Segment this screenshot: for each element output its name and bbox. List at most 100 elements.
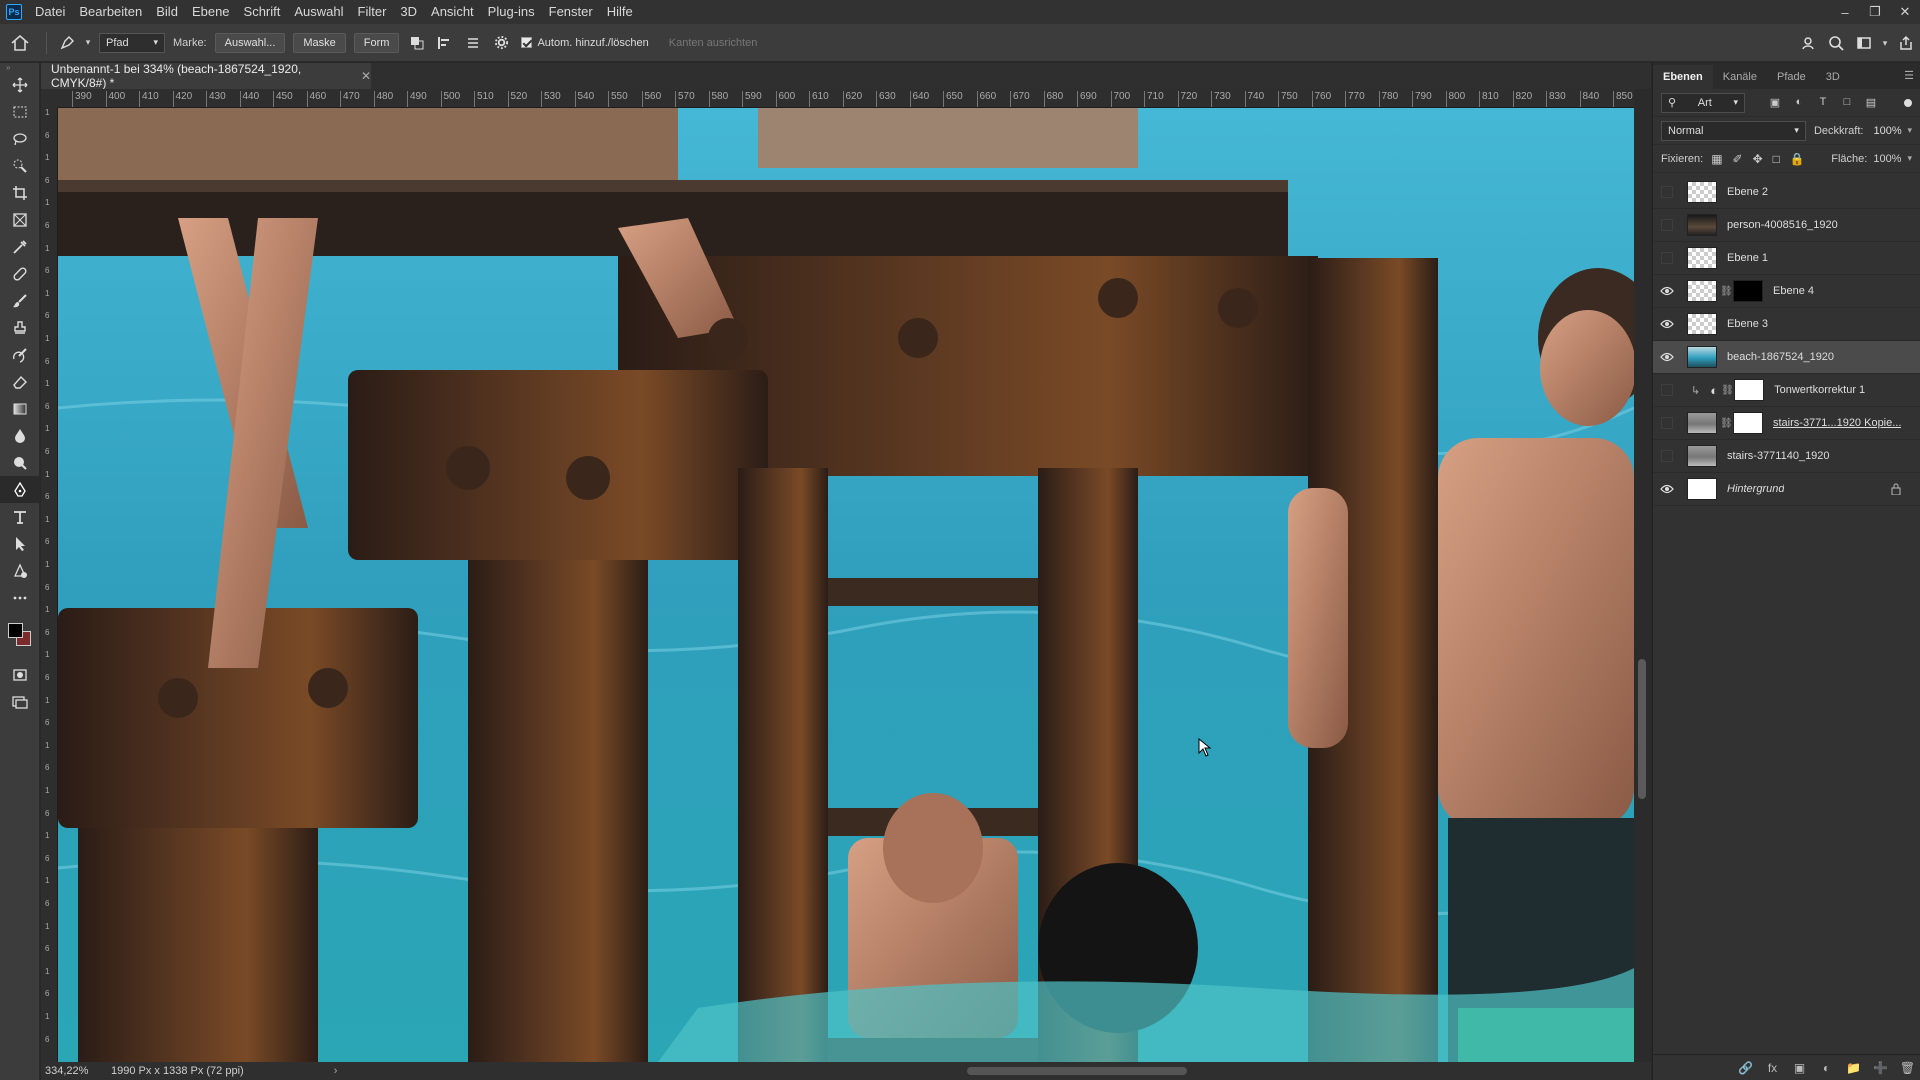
ruler-origin[interactable] — [41, 89, 58, 108]
close-icon[interactable]: ✕ — [1890, 0, 1920, 24]
horizontal-scrollbar[interactable] — [337, 1062, 1651, 1080]
frame-tool-icon[interactable] — [0, 206, 40, 233]
layer-name[interactable]: Tonwertkorrektur 1 — [1774, 384, 1865, 396]
auto-add-delete-checkbox[interactable]: Autom. hinzuf./löschen — [521, 37, 649, 49]
quick-mask-icon[interactable] — [0, 661, 40, 688]
menu-item-10[interactable]: Fenster — [542, 0, 600, 24]
layer-thumbnail[interactable] — [1687, 445, 1717, 467]
layer-thumbnail[interactable] — [1687, 181, 1717, 203]
share-icon[interactable] — [1894, 31, 1918, 55]
quick-selection-tool-icon[interactable] — [0, 152, 40, 179]
panel-menu-icon[interactable]: ☰ — [1904, 69, 1914, 82]
eye-icon[interactable] — [1653, 473, 1681, 506]
chevron-down-icon[interactable]: ▾ — [83, 31, 93, 55]
lock-transparent-pixels-icon[interactable]: ▦ — [1711, 152, 1722, 166]
home-icon[interactable] — [0, 24, 40, 62]
menu-item-4[interactable]: Schrift — [237, 0, 288, 24]
panel-collapse-icon[interactable]: » — [0, 63, 39, 72]
eye-icon[interactable] — [1653, 275, 1681, 308]
share-profile-icon[interactable] — [1796, 31, 1820, 55]
restore-icon[interactable]: ❐ — [1860, 0, 1890, 24]
opacity-input[interactable]: 100% — [1867, 121, 1907, 141]
tab-channels[interactable]: Kanäle — [1713, 65, 1767, 89]
layer-name[interactable]: beach-1867524_1920 — [1727, 351, 1834, 363]
chevron-down-icon[interactable]: ▾ — [1880, 31, 1890, 55]
gradient-tool-icon[interactable] — [0, 395, 40, 422]
chevron-down-icon[interactable]: ▾ — [1907, 125, 1912, 136]
layer-row[interactable]: Hintergrund — [1653, 473, 1920, 506]
filter-toggle-icon[interactable] — [1904, 98, 1912, 107]
move-tool-icon[interactable] — [0, 71, 40, 98]
blend-mode-select[interactable]: Normal ▾ — [1661, 120, 1806, 141]
layer-style-icon[interactable]: fx — [1759, 1061, 1786, 1075]
layer-name[interactable]: person-4008516_1920 — [1727, 219, 1838, 231]
layer-thumbnail[interactable] — [1687, 313, 1717, 335]
layer-thumbnail[interactable] — [1687, 478, 1717, 500]
visibility-toggle[interactable] — [1653, 209, 1681, 242]
mask-link-icon[interactable]: ⛓ — [1720, 418, 1733, 429]
chevron-down-icon[interactable]: ▾ — [1907, 153, 1912, 164]
layer-name[interactable]: Ebene 3 — [1727, 318, 1768, 330]
foreground-color-swatch[interactable] — [8, 623, 23, 638]
menu-item-7[interactable]: 3D — [393, 0, 424, 24]
menu-item-0[interactable]: Datei — [28, 0, 72, 24]
filter-kind-select[interactable]: ⚲ Art ▾ — [1661, 92, 1745, 113]
dodge-tool-icon[interactable] — [0, 449, 40, 476]
link-layers-icon[interactable]: 🔗 — [1732, 1061, 1759, 1075]
minimize-icon[interactable]: – — [1830, 0, 1860, 24]
vertical-ruler[interactable]: 1 6 1 6 1 6 1 6 1 6 1 6 1 6 1 6 1 6 1 6 1 6 1 6 1 6 1 6 1 6 1 6 1 6 1 6 1 6 1 6… — [41, 108, 58, 1062]
more-tools-icon[interactable] — [0, 584, 40, 611]
path-arrangement-icon[interactable] — [461, 31, 485, 55]
path-alignment-icon[interactable] — [433, 31, 457, 55]
new-group-icon[interactable]: 📁 — [1840, 1061, 1867, 1075]
menu-item-11[interactable]: Hilfe — [600, 0, 640, 24]
horizontal-ruler[interactable]: 390 400 410 420 430 440 450 460 470 480 490 500 510 5… — [58, 89, 1634, 108]
layer-name[interactable]: Hintergrund — [1727, 483, 1784, 495]
pen-tool-icon[interactable] — [55, 31, 79, 55]
tab-3d[interactable]: 3D — [1816, 65, 1850, 89]
layer-name[interactable]: Ebene 2 — [1727, 186, 1768, 198]
form-button[interactable]: Form — [353, 32, 400, 53]
search-icon[interactable] — [1824, 31, 1848, 55]
vertical-scrollbar[interactable] — [1634, 89, 1651, 1062]
layer-row[interactable]: Ebene 2 — [1653, 176, 1920, 209]
mask-link-icon[interactable]: ⛓ — [1720, 286, 1733, 297]
mode-select[interactable]: Pfad ▾ — [99, 32, 165, 53]
layer-row[interactable]: stairs-3771140_1920 — [1653, 440, 1920, 473]
auswahl-button[interactable]: Auswahl... — [214, 32, 286, 53]
layer-row[interactable]: Ebene 3 — [1653, 308, 1920, 341]
layer-mask-thumbnail[interactable] — [1734, 379, 1765, 401]
layer-row[interactable]: ⛓ stairs-3771...1920 Kopie... — [1653, 407, 1920, 440]
visibility-toggle[interactable] — [1653, 407, 1681, 440]
lock-icon[interactable] — [1891, 483, 1901, 495]
layer-thumbnail[interactable] — [1687, 412, 1717, 434]
history-brush-tool-icon[interactable] — [0, 341, 40, 368]
layer-row[interactable]: ⛓ Ebene 4 — [1653, 275, 1920, 308]
add-mask-icon[interactable]: ▣ — [1786, 1061, 1813, 1075]
type-tool-icon[interactable] — [0, 503, 40, 530]
layer-thumbnail[interactable] — [1687, 214, 1717, 236]
fill-value[interactable]: 100% — [1873, 153, 1901, 165]
path-operations-icon[interactable] — [405, 31, 429, 55]
layer-thumbnail[interactable] — [1687, 346, 1717, 368]
path-selection-tool-icon[interactable] — [0, 530, 40, 557]
new-layer-icon[interactable]: ➕ — [1867, 1061, 1894, 1075]
menu-item-3[interactable]: Ebene — [185, 0, 237, 24]
layer-row[interactable]: person-4008516_1920 — [1653, 209, 1920, 242]
delete-layer-icon[interactable]: 🗑 — [1894, 1061, 1920, 1075]
smart-object-filter-icon[interactable]: ▤ — [1859, 96, 1883, 109]
workspace-icon[interactable] — [1852, 31, 1876, 55]
document-canvas[interactable] — [58, 108, 1634, 1062]
layer-row[interactable]: Ebene 1 — [1653, 242, 1920, 275]
layer-name[interactable]: Ebene 4 — [1773, 285, 1814, 297]
lock-artboard-icon[interactable]: □ — [1773, 152, 1780, 166]
layer-thumbnail[interactable] — [1687, 247, 1717, 269]
lasso-tool-icon[interactable] — [0, 125, 40, 152]
adjustment-filter-icon[interactable]: ◐ — [1787, 96, 1811, 109]
zoom-level[interactable]: 334,22% — [41, 1065, 91, 1077]
menu-item-6[interactable]: Filter — [351, 0, 394, 24]
maske-button[interactable]: Maske — [293, 32, 346, 53]
menu-item-1[interactable]: Bearbeiten — [72, 0, 149, 24]
layer-thumbnail[interactable] — [1687, 280, 1717, 302]
eyedropper-tool-icon[interactable] — [0, 233, 40, 260]
